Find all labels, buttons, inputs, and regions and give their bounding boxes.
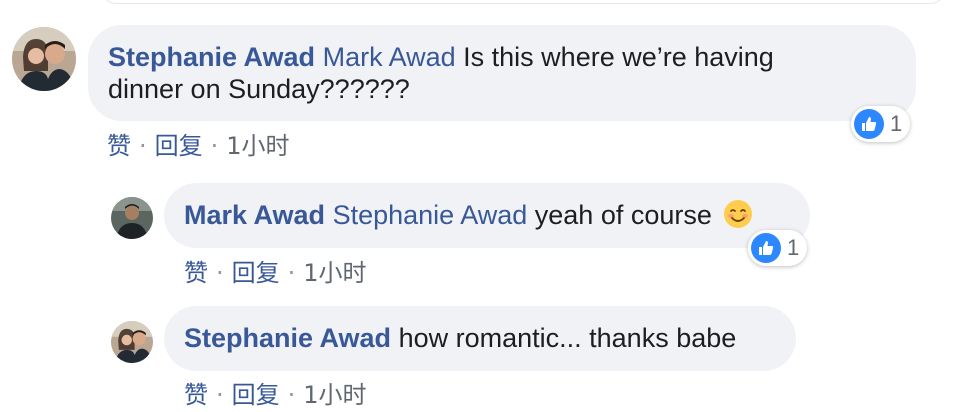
previous-comment-bubble-edge: [100, 0, 947, 4]
couple-photo-icon: [111, 321, 153, 363]
reaction-badge[interactable]: 1: [748, 230, 808, 266]
timestamp[interactable]: 1小时: [303, 381, 366, 409]
reply-bubble: Stephanie Awad how romantic... thanks ba…: [164, 306, 796, 371]
comment-author[interactable]: Stephanie Awad: [184, 323, 391, 353]
separator-dot: ·: [139, 132, 147, 160]
couple-photo-icon: [12, 27, 76, 91]
like-link[interactable]: 赞: [107, 132, 131, 160]
avatar[interactable]: [12, 27, 76, 91]
reply-link[interactable]: 回复: [232, 259, 280, 287]
comment-text-line2: dinner on Sunday??????: [108, 74, 410, 104]
separator-dot: ·: [287, 381, 296, 409]
timestamp[interactable]: 1小时: [303, 259, 366, 287]
smiling-face-emoji-icon: [723, 199, 753, 229]
comment-text: yeah of course: [534, 200, 712, 230]
separator-dot: ·: [210, 132, 219, 160]
reply-link[interactable]: 回复: [155, 132, 203, 160]
separator-dot: ·: [216, 259, 224, 287]
man-photo-icon: [111, 197, 153, 239]
reaction-count: 1: [787, 235, 800, 260]
comment-actions: 赞 · 回复 · 1小时: [184, 253, 367, 288]
mention-link[interactable]: Mark Awad: [323, 42, 456, 72]
comment-author[interactable]: Stephanie Awad: [108, 42, 315, 72]
reaction-count: 1: [890, 111, 903, 136]
comment-actions: 赞 · 回复 · 1小时: [107, 126, 290, 161]
comment-text: Is this where we’re having: [463, 42, 774, 72]
avatar[interactable]: [111, 197, 153, 239]
comment-text: how romantic... thanks babe: [398, 323, 737, 353]
reply-bubble: Mark Awad Stephanie Awad yeah of course: [164, 183, 810, 248]
reaction-badge[interactable]: 1: [851, 106, 911, 142]
mention-link[interactable]: Stephanie Awad: [333, 200, 528, 230]
thumbs-up-icon: [854, 109, 884, 139]
like-link[interactable]: 赞: [184, 259, 208, 287]
timestamp[interactable]: 1小时: [226, 132, 289, 160]
comment-actions: 赞 · 回复 · 1小时: [184, 375, 367, 410]
comment-bubble: Stephanie Awad Mark Awad Is this where w…: [88, 25, 916, 121]
avatar[interactable]: [111, 321, 153, 363]
separator-dot: ·: [216, 381, 224, 409]
separator-dot: ·: [287, 259, 296, 287]
thumbs-up-icon: [751, 233, 781, 263]
comment-author[interactable]: Mark Awad: [184, 200, 325, 230]
reply-link[interactable]: 回复: [232, 381, 280, 409]
like-link[interactable]: 赞: [184, 381, 208, 409]
